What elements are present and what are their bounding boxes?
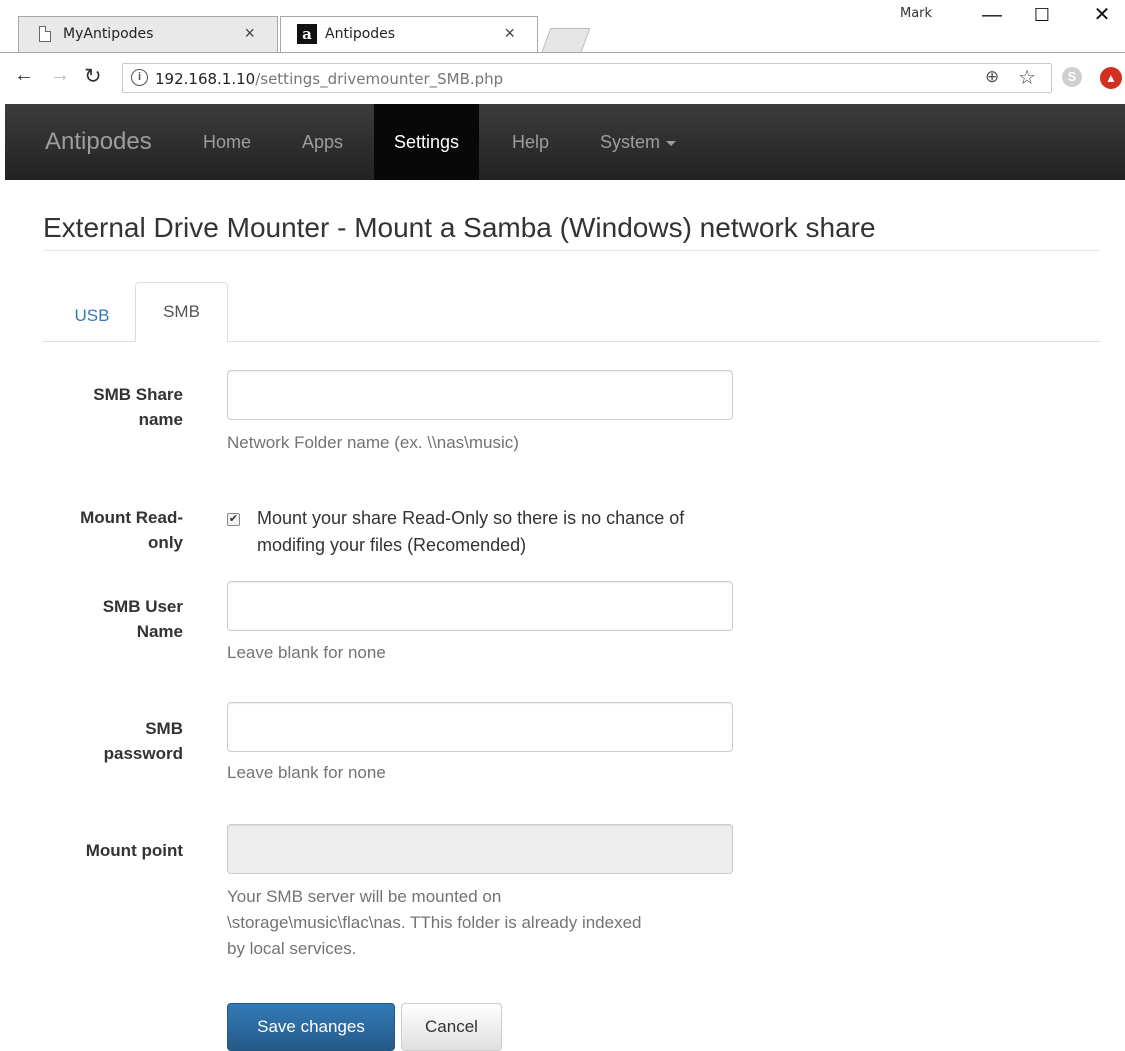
app-navbar: Antipodes Home Apps Settings Help System	[5, 104, 1125, 180]
nav-item-system-label: System	[600, 132, 661, 152]
label-line: name	[138, 410, 183, 429]
label-line: password	[103, 744, 183, 763]
label-line: Mount Read-	[80, 508, 183, 527]
user-name-label: SMB User Name	[43, 594, 183, 644]
tab-smb[interactable]: SMB	[135, 282, 228, 342]
nav-item-apps[interactable]: Apps	[302, 104, 343, 180]
page-icon	[39, 26, 51, 42]
back-icon[interactable]: ←	[14, 64, 34, 87]
help-line: Your SMB server will be mounted on	[227, 887, 502, 906]
new-tab-button[interactable]	[541, 28, 591, 52]
tab-title: MyAntipodes	[63, 26, 154, 42]
label-line: SMB Share	[93, 385, 183, 404]
url-host: 192.168.1.10	[155, 70, 256, 88]
user-name-input[interactable]	[227, 581, 733, 631]
browser-tab-myantipodes[interactable]: MyAntipodes ×	[18, 16, 278, 52]
caret-down-icon	[666, 140, 677, 146]
browser-tab-antipodes[interactable]: a Antipodes ×	[280, 16, 538, 52]
read-only-checkbox-label[interactable]: Mount your share Read-Only so there is n…	[257, 505, 737, 559]
read-only-label: Mount Read- only	[43, 505, 183, 555]
page-title: External Drive Mounter - Mount a Samba (…	[43, 212, 876, 243]
url-text[interactable]: 192.168.1.10/settings_drivemounter_SMB.p…	[155, 70, 503, 88]
title-divider	[43, 250, 1100, 251]
browser-titlebar: MyAntipodes × a Antipodes × Mark — ☐ ✕	[0, 0, 1125, 52]
save-changes-button[interactable]: Save changes	[227, 1003, 395, 1051]
mount-point-help: Your SMB server will be mounted on \stor…	[227, 884, 642, 962]
tab-title: Antipodes	[325, 26, 396, 42]
bookmark-star-icon[interactable]: ☆	[1018, 65, 1036, 90]
read-only-checkbox[interactable]: ✔	[227, 513, 240, 526]
nav-item-help[interactable]: Help	[512, 104, 549, 180]
share-name-label: SMB Share name	[43, 382, 183, 432]
label-line: only	[148, 533, 183, 552]
help-line: \storage\music\flac\nas. TThis folder is…	[227, 913, 642, 932]
tab-usb[interactable]: USB	[50, 292, 134, 340]
label-line: SMB User	[102, 597, 183, 616]
nav-item-home[interactable]: Home	[203, 104, 251, 180]
mount-point-input	[227, 824, 733, 874]
brand-link[interactable]: Antipodes	[45, 128, 152, 156]
zoom-icon[interactable]: ⊕	[985, 67, 999, 87]
cancel-button[interactable]: Cancel	[401, 1003, 502, 1051]
minimize-icon[interactable]: —	[970, 0, 1014, 30]
extension-icon[interactable]: ▲	[1100, 67, 1122, 89]
window-close-icon[interactable]: ✕	[1080, 0, 1124, 30]
password-label: SMB password	[43, 716, 183, 766]
help-line: by local services.	[227, 939, 357, 958]
skype-extension-icon[interactable]: S	[1062, 67, 1082, 87]
share-name-input[interactable]	[227, 370, 733, 420]
password-input[interactable]	[227, 702, 733, 752]
reload-icon[interactable]: ↻	[84, 64, 102, 89]
url-input[interactable]: i 192.168.1.10/settings_drivemounter_SMB…	[122, 63, 1052, 93]
info-icon[interactable]: i	[131, 69, 148, 86]
url-path: /settings_drivemounter_SMB.php	[255, 70, 504, 88]
label-line: SMB	[145, 719, 183, 738]
share-name-help: Network Folder name (ex. \\nas\music)	[227, 433, 519, 452]
antipodes-logo-icon: a	[297, 24, 317, 44]
close-icon[interactable]: ×	[504, 23, 515, 44]
user-name-help: Leave blank for none	[227, 643, 386, 662]
nav-item-system[interactable]: System	[600, 104, 677, 180]
nav-item-settings[interactable]: Settings	[374, 104, 480, 180]
forward-icon[interactable]: →	[50, 64, 70, 87]
mount-point-label: Mount point	[85, 841, 183, 860]
maximize-icon[interactable]: ☐	[1020, 0, 1064, 30]
address-bar: ← → ↻ i 192.168.1.10/settings_drivemount…	[0, 52, 1125, 102]
label-line: Name	[136, 622, 183, 641]
close-icon[interactable]: ×	[244, 23, 255, 44]
profile-name[interactable]: Mark	[900, 6, 932, 21]
password-help: Leave blank for none	[227, 763, 386, 782]
